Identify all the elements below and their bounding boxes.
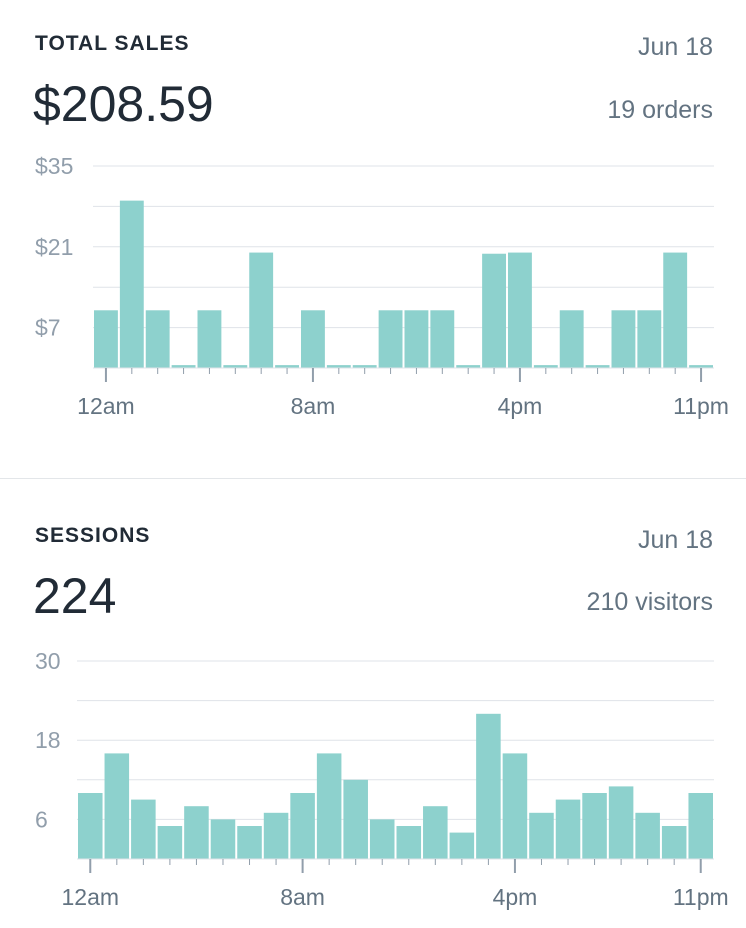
bar-11am	[369, 819, 395, 859]
bars	[94, 200, 713, 368]
bar-12pm	[396, 826, 422, 859]
bar-6pm	[555, 799, 581, 859]
total-sales-card: TOTAL SALES Jun 18 $208.59 19 orders $7 $…	[0, 0, 746, 478]
total-sales-value: $208.59	[33, 76, 214, 132]
y-tick-label: $35	[35, 153, 73, 179]
bar-8am	[290, 793, 315, 859]
bar-9pm	[635, 812, 660, 859]
card-title: SESSIONS	[35, 524, 151, 547]
x-tick-label: 12am	[77, 393, 135, 419]
bar-8am	[301, 310, 325, 368]
bar-11pm	[688, 793, 713, 859]
bar-4pm	[508, 252, 532, 368]
bar-10pm	[663, 252, 688, 368]
sessions-card: SESSIONS Jun 18 224 210 visitors 6 18 30 12…	[0, 479, 746, 928]
bar-7am	[263, 812, 289, 859]
x-ticks	[89, 859, 702, 873]
bar-5am	[210, 819, 236, 859]
bar-2am	[145, 310, 170, 368]
bar-6am	[237, 826, 262, 859]
x-ticks	[104, 368, 703, 382]
bar-1pm	[423, 806, 448, 859]
bar-4am	[184, 806, 209, 859]
x-tick-label: 4pm	[493, 884, 538, 910]
bar-12pm	[404, 310, 429, 368]
gridlines	[93, 165, 714, 329]
y-tick-label: 18	[35, 727, 61, 753]
date-label: Jun 18	[637, 526, 713, 554]
bar-4am	[197, 310, 222, 368]
bar-12am	[94, 310, 118, 368]
bar-6pm	[559, 310, 584, 368]
bar-3am	[157, 826, 183, 859]
x-tick-label: 8am	[291, 393, 336, 419]
y-tick-label: $21	[35, 234, 73, 260]
bar-1pm	[430, 310, 455, 368]
bar-1am	[104, 753, 130, 859]
bar-6am	[249, 252, 274, 368]
date-label: Jun 18	[637, 33, 713, 61]
x-tick-label: 11pm	[673, 393, 729, 419]
visitors-count: 210 visitors	[586, 588, 713, 616]
bar-1am	[119, 200, 144, 368]
y-tick-label: 6	[35, 806, 48, 832]
sales-bar-chart: $7 $21 $35 12am 8am 4pm 11pm	[35, 153, 729, 419]
bar-2pm	[449, 832, 475, 859]
bar-8pm	[608, 786, 634, 859]
card-title: TOTAL SALES	[35, 32, 190, 55]
bar-3pm	[476, 713, 501, 859]
y-tick-label: $7	[35, 315, 61, 341]
bar-7pm	[582, 793, 607, 859]
bar-3pm	[482, 253, 506, 368]
orders-count: 19 orders	[607, 96, 713, 124]
bar-10am	[343, 779, 368, 859]
bar-10pm	[661, 826, 687, 859]
bar-12am	[78, 793, 103, 859]
x-tick-label: 4pm	[498, 393, 543, 419]
bar-8pm	[611, 310, 636, 368]
bar-2am	[131, 799, 156, 859]
bar-5pm	[529, 812, 554, 859]
x-tick-label: 12am	[61, 884, 119, 910]
x-tick-label: 11pm	[673, 884, 729, 910]
bar-4pm	[502, 753, 528, 859]
sessions-value: 224	[33, 568, 117, 624]
bar-9pm	[637, 310, 662, 368]
bars	[78, 713, 713, 859]
sessions-bar-chart: 6 18 30 12am 8am 4pm 11pm	[35, 648, 729, 910]
bar-11am	[378, 310, 403, 368]
bar-9am	[316, 753, 342, 859]
y-tick-label: 30	[35, 648, 61, 674]
x-tick-label: 8am	[280, 884, 325, 910]
